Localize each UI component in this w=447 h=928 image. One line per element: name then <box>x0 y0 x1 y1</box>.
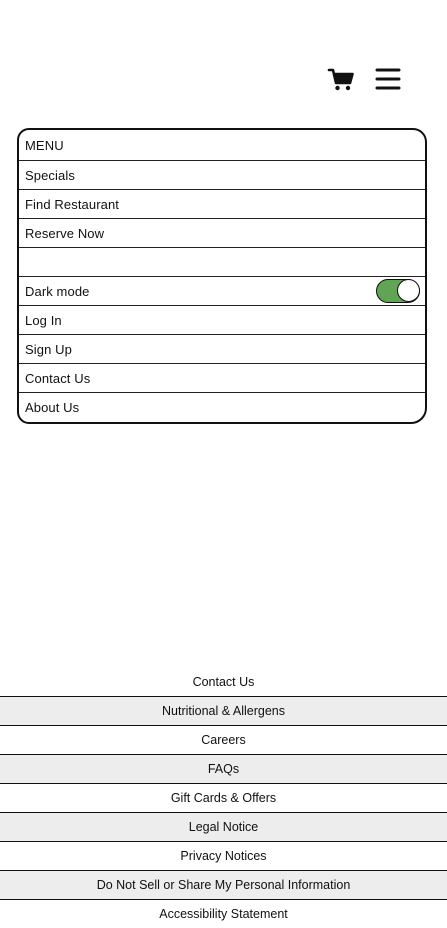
menu-item-about-us[interactable]: About Us <box>19 393 425 422</box>
toggle-knob <box>397 279 420 302</box>
menu-item-sign-up[interactable]: Sign Up <box>19 335 425 364</box>
menu-panel: MENU Specials Find Restaurant Reserve No… <box>17 128 427 424</box>
hamburger-menu-icon[interactable] <box>374 64 404 94</box>
menu-item-reserve-now[interactable]: Reserve Now <box>19 219 425 248</box>
shopping-cart-icon[interactable] <box>326 64 356 94</box>
menu-item-dark-mode: Dark mode <box>19 277 425 306</box>
footer-link-contact-us[interactable]: Contact Us <box>0 667 447 696</box>
menu-item-find-restaurant[interactable]: Find Restaurant <box>19 190 425 219</box>
menu-empty-row <box>19 248 425 277</box>
dark-mode-toggle[interactable] <box>376 279 420 303</box>
footer-link-accessibility[interactable]: Accessibility Statement <box>0 899 447 928</box>
menu-item-specials[interactable]: Specials <box>19 161 425 190</box>
footer-link-privacy-notices[interactable]: Privacy Notices <box>0 841 447 870</box>
menu-item-log-in[interactable]: Log In <box>19 306 425 335</box>
footer-link-gift-cards[interactable]: Gift Cards & Offers <box>0 783 447 812</box>
footer-link-careers[interactable]: Careers <box>0 725 447 754</box>
footer-link-legal-notice[interactable]: Legal Notice <box>0 812 447 841</box>
menu-title: MENU <box>19 130 425 161</box>
footer-link-nutritional-allergens[interactable]: Nutritional & Allergens <box>0 696 447 725</box>
dark-mode-label: Dark mode <box>25 283 90 299</box>
menu-item-contact-us[interactable]: Contact Us <box>19 364 425 393</box>
footer-links: Contact Us Nutritional & Allergens Caree… <box>0 667 447 928</box>
top-bar <box>0 64 447 96</box>
footer-link-do-not-sell[interactable]: Do Not Sell or Share My Personal Informa… <box>0 870 447 899</box>
footer-link-faqs[interactable]: FAQs <box>0 754 447 783</box>
